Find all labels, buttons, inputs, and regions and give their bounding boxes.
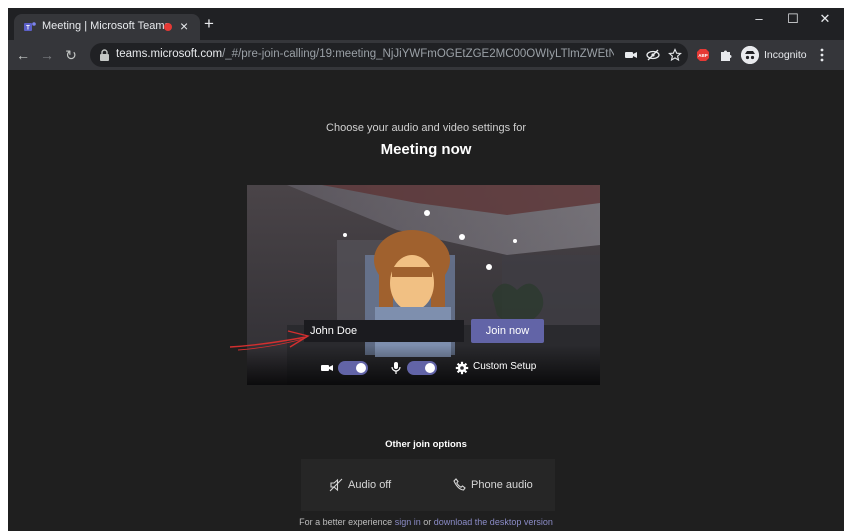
tab-close-button[interactable]: × (180, 18, 188, 34)
reload-icon[interactable]: ↻ (62, 46, 80, 64)
teams-icon: T (24, 22, 36, 32)
tab-meeting[interactable]: T Meeting | Microsoft Teams × (14, 14, 200, 40)
camera-toggle-knob (356, 363, 366, 373)
download-desktop-link[interactable]: download the desktop version (434, 517, 553, 527)
incognito-profile-button[interactable]: Incognito (741, 44, 807, 66)
footer-text: For a better experience sign in or downl… (299, 517, 553, 527)
name-input[interactable] (304, 320, 464, 342)
lock-icon (100, 49, 109, 61)
microphone-icon (391, 362, 401, 374)
custom-setup-link[interactable]: Custom Setup (473, 361, 536, 372)
other-join-options-title: Other join options (385, 439, 467, 450)
microphone-toggle-knob (425, 363, 435, 373)
forward-icon[interactable]: → (38, 46, 56, 64)
address-bar[interactable]: teams.microsoft.com/_#/pre-join-calling/… (90, 43, 688, 67)
camera-toggle[interactable] (338, 361, 368, 375)
back-icon[interactable]: ← (14, 46, 32, 64)
bookmark-star-icon[interactable] (668, 48, 682, 62)
phone-audio-option[interactable]: Phone audio (453, 476, 553, 494)
join-now-button[interactable]: Join now (471, 319, 544, 343)
close-window-button[interactable]: ✕ (810, 8, 840, 30)
audio-off-option[interactable]: Audio off (329, 476, 419, 494)
meeting-title: Meeting now (380, 141, 472, 158)
microphone-toggle[interactable] (407, 361, 437, 375)
other-join-options: Audio off Phone audio (301, 459, 555, 511)
sign-in-link[interactable]: sign in (395, 517, 421, 527)
teams-prejoin-page: Choose your audio and video settings for… (8, 70, 844, 531)
camera-in-use-icon[interactable] (624, 48, 638, 62)
extensions-puzzle-icon[interactable] (719, 48, 733, 62)
tab-strip: T Meeting | Microsoft Teams × + – ☐ ✕ (8, 8, 844, 40)
phone-audio-label: Phone audio (471, 479, 533, 491)
new-tab-button[interactable]: + (204, 15, 214, 32)
url-text: teams.microsoft.com/_#/pre-join-calling/… (116, 48, 614, 60)
profile-label: Incognito (764, 49, 807, 61)
audio-off-label: Audio off (348, 479, 392, 491)
browser-window: T Meeting | Microsoft Teams × + – ☐ ✕ ← … (8, 8, 844, 531)
svg-text:ABP: ABP (698, 53, 708, 58)
minimize-button[interactable]: – (744, 8, 774, 30)
speaker-off-icon (329, 478, 343, 492)
phone-icon (453, 478, 466, 491)
tab-title: Meeting | Microsoft Teams (42, 20, 170, 32)
maximize-button[interactable]: ☐ (778, 8, 808, 30)
prejoin-subtitle: Choose your audio and video settings for (326, 122, 526, 134)
incognito-icon (741, 46, 759, 64)
browser-toolbar: ← → ↻ teams.microsoft.com/_#/pre-join-ca… (8, 40, 844, 70)
annotation-arrow (229, 330, 310, 351)
settings-gear-icon[interactable] (455, 361, 469, 375)
svg-text:T: T (26, 26, 30, 32)
recording-indicator-icon (164, 23, 172, 31)
video-camera-icon (321, 365, 333, 371)
more-options-icon[interactable] (820, 47, 824, 63)
tracking-blocked-icon[interactable] (646, 48, 660, 62)
adblock-extension-icon[interactable]: ABP (696, 48, 710, 62)
